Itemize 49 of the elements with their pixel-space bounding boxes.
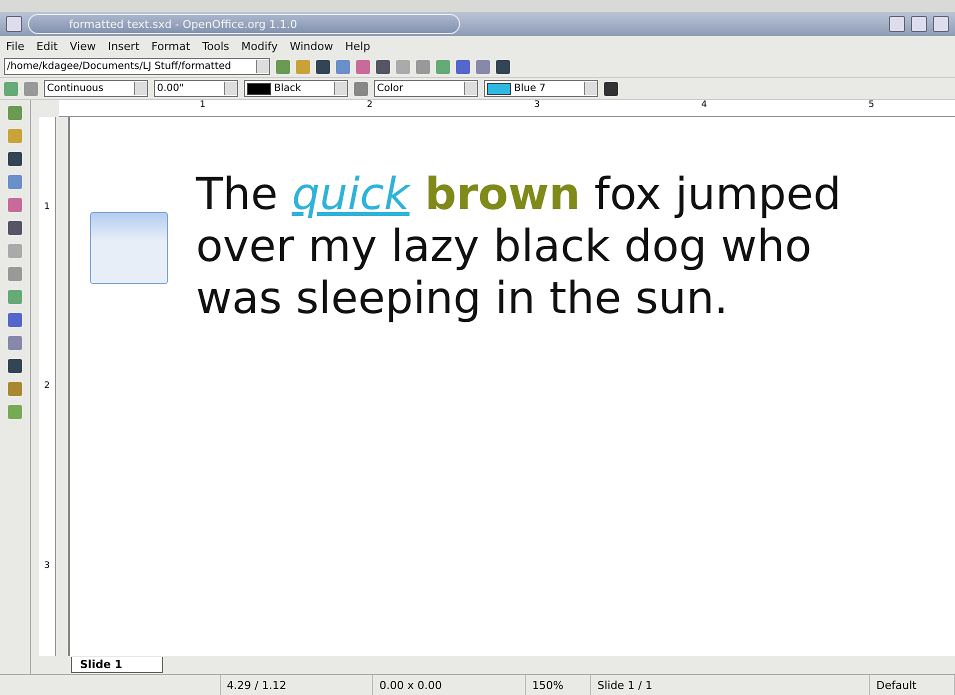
position-readout: 4.29 / 1.12 <box>220 675 374 695</box>
area-icon[interactable] <box>354 82 368 96</box>
menu-item[interactable]: View <box>70 40 96 52</box>
minimize-button[interactable] <box>889 16 905 32</box>
line-color-combo[interactable]: Black <box>244 80 348 97</box>
menu-item[interactable]: Edit <box>36 40 58 52</box>
line-style-combo[interactable]: Continuous <box>44 80 148 97</box>
slide-text: The quick brown fox jumped over my lazy black dog who was sleeping in the sun. <box>196 169 842 326</box>
vertical-ruler: 1 2 3 <box>39 117 56 656</box>
tool-icon[interactable] <box>8 244 22 258</box>
tool-icon[interactable] <box>8 267 22 281</box>
slide-tab[interactable]: Slide 1 <box>71 657 164 673</box>
tool-icon[interactable] <box>8 382 22 396</box>
window-menu-button[interactable] <box>6 16 22 32</box>
toolbar-icon[interactable] <box>376 60 390 74</box>
menu-item[interactable]: Window <box>290 40 334 52</box>
tool-icon[interactable] <box>8 221 22 235</box>
menu-item[interactable]: Help <box>345 40 370 52</box>
tool-icon[interactable] <box>8 106 22 120</box>
horizontal-ruler: 1 2 3 4 5 <box>59 100 955 117</box>
toolbar-icon[interactable] <box>456 60 470 74</box>
toolbar-icon[interactable] <box>496 60 510 74</box>
menu-item[interactable]: Tools <box>202 40 230 52</box>
toolbar-icon[interactable] <box>316 60 330 74</box>
path-combo[interactable]: /home/kdagee/Documents/LJ Stuff/formatted <box>4 58 270 75</box>
area-style-combo[interactable]: Color <box>374 80 478 97</box>
tool-icon[interactable] <box>8 313 22 327</box>
tool-icon[interactable] <box>8 405 22 419</box>
menu-item[interactable]: Modify <box>241 40 278 52</box>
tool-icon[interactable] <box>8 359 22 373</box>
tool-icon[interactable] <box>8 129 22 143</box>
zoom-readout: 150% <box>526 675 592 695</box>
tool-icon[interactable] <box>8 336 22 350</box>
menu-item[interactable]: Insert <box>108 40 140 52</box>
line-width-field[interactable]: 0.00" <box>154 80 238 97</box>
shadow-icon[interactable] <box>604 82 618 96</box>
window-title: formatted text.sxd - OpenOffice.org 1.1.0 <box>28 14 460 34</box>
tool-icon[interactable] <box>8 175 22 189</box>
tool-icon[interactable] <box>8 290 22 304</box>
tool-icon[interactable] <box>8 198 22 212</box>
slide-readout: Slide 1 / 1 <box>591 675 870 695</box>
tool-icon[interactable] <box>8 152 22 166</box>
menu-item[interactable]: Format <box>151 40 190 52</box>
layout-readout: Default <box>870 675 955 695</box>
menu-item[interactable]: File <box>6 40 24 52</box>
area-color-combo[interactable]: Blue 7 <box>484 80 598 97</box>
maximize-button[interactable] <box>911 16 927 32</box>
size-readout: 0.00 x 0.00 <box>373 675 526 695</box>
close-button[interactable] <box>933 16 949 32</box>
